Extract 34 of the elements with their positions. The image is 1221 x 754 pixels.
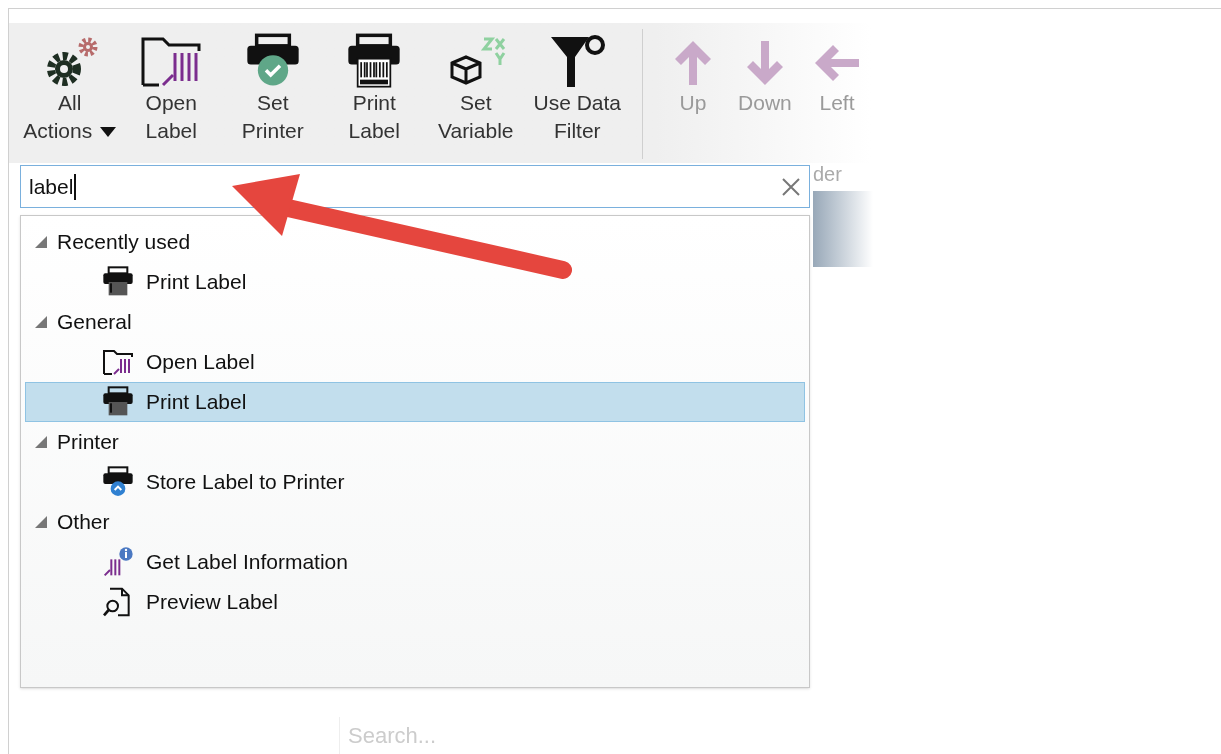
- toolbar-button[interactable]: Open Label: [122, 33, 220, 145]
- action-item[interactable]: Print Label: [25, 382, 805, 422]
- action-label: Print Label: [146, 269, 247, 296]
- action-item[interactable]: Open Label: [25, 342, 805, 382]
- group-header: Recently used: [57, 229, 191, 256]
- group-header: General: [57, 309, 132, 336]
- group-header: Other: [57, 509, 110, 536]
- toolbar-button[interactable]: Use Data Filter: [528, 33, 626, 145]
- toolbar-button[interactable]: All Actions: [21, 33, 119, 145]
- toolbar-button[interactable]: Set Printer: [224, 33, 322, 145]
- action-item[interactable]: Print Label: [25, 262, 805, 302]
- action-item[interactable]: Get Label Information: [25, 542, 805, 582]
- action-label: Preview Label: [146, 589, 278, 616]
- caret-icon: [100, 127, 117, 138]
- column-header: der: [813, 162, 842, 187]
- barcode-info-icon: [102, 546, 134, 578]
- expand-triangle-icon[interactable]: [35, 516, 47, 528]
- group-header: Printer: [57, 429, 119, 456]
- printer-icon: [102, 386, 134, 418]
- expand-triangle-icon[interactable]: [35, 436, 47, 448]
- action-item[interactable]: Store Label to Printer: [25, 462, 805, 502]
- action-label: Store Label to Printer: [146, 469, 345, 496]
- printer-icon: [102, 266, 134, 298]
- toolbar-button[interactable]: Print Label: [325, 33, 423, 145]
- expand-triangle-icon[interactable]: [35, 236, 47, 248]
- action-item[interactable]: Preview Label: [25, 582, 805, 622]
- action-label: Print Label: [146, 389, 247, 416]
- close-icon[interactable]: [781, 176, 801, 197]
- action-label: Open Label: [146, 349, 255, 376]
- action-label: Get Label Information: [146, 549, 348, 576]
- toolbar-button[interactable]: Set Variable: [427, 33, 525, 145]
- printer-upload-icon: [102, 466, 134, 498]
- search-input[interactable]: label: [20, 165, 810, 208]
- expand-triangle-icon[interactable]: [35, 316, 47, 328]
